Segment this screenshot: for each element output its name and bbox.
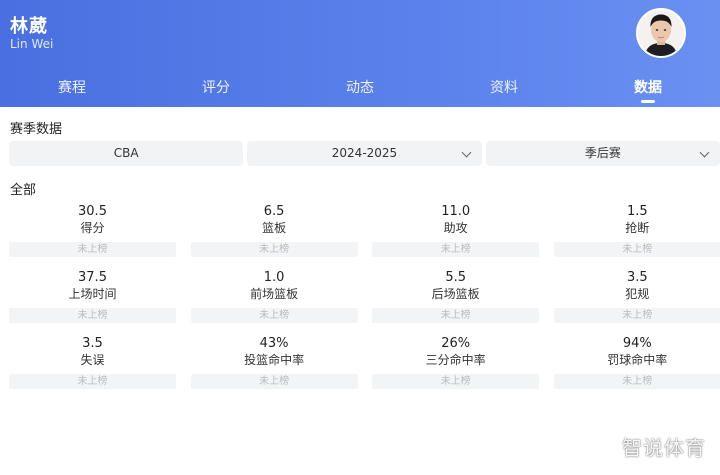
stat-rank-badge: 未上榜 xyxy=(372,308,540,323)
profile-tabs: 赛程 评分 动态 资料 数据 xyxy=(0,70,720,107)
stat-turnovers: 3.5 失误 未上榜 xyxy=(9,335,176,392)
stage-select-label: 季后赛 xyxy=(584,146,621,160)
group-title: 全部 xyxy=(10,183,37,198)
stat-3pt-percentage: 26% 三分命中率 未上榜 xyxy=(372,335,540,392)
stat-value: 26% xyxy=(441,336,471,351)
stat-value: 11.0 xyxy=(441,204,471,219)
stat-fouls: 3.5 犯规 未上榜 xyxy=(553,269,720,326)
stat-label: 后场篮板 xyxy=(431,287,480,301)
stat-label: 助攻 xyxy=(443,221,468,235)
stat-offensive-rebounds: 1.0 前场篮板 未上榜 xyxy=(190,269,358,326)
section-title: 赛季数据 xyxy=(10,122,63,137)
chevron-down-icon xyxy=(461,147,472,158)
stat-ft-percentage: 94% 罚球命中率 未上榜 xyxy=(553,335,720,392)
stat-value: 3.5 xyxy=(626,270,648,285)
stat-rank-badge: 未上榜 xyxy=(190,242,358,257)
tab-profile[interactable]: 资料 xyxy=(432,70,576,107)
stat-defensive-rebounds: 5.5 后场篮板 未上榜 xyxy=(372,269,540,326)
stat-label: 得分 xyxy=(80,221,105,235)
tab-schedule[interactable]: 赛程 xyxy=(0,70,144,107)
stats-grid: 30.5 得分 未上榜 6.5 篮板 未上榜 11.0 助攻 未上榜 1.5 抢… xyxy=(9,203,720,392)
stat-label: 上场时间 xyxy=(68,287,117,301)
stat-value: 37.5 xyxy=(78,270,107,285)
chevron-down-icon xyxy=(699,147,710,158)
stat-label: 投篮命中率 xyxy=(244,353,305,367)
player-header: 林葳 Lin Wei 赛程 评分 动态 资料 数据 xyxy=(0,0,720,107)
stat-value: 1.5 xyxy=(626,204,648,219)
stat-rank-badge: 未上榜 xyxy=(372,374,540,389)
league-filter-label: CBA xyxy=(113,146,139,160)
stat-rank-badge: 未上榜 xyxy=(9,374,176,389)
stat-label: 抢断 xyxy=(625,221,650,235)
stat-label: 犯规 xyxy=(625,287,650,301)
stat-assists: 11.0 助攻 未上榜 xyxy=(372,203,540,260)
stat-label: 前场篮板 xyxy=(250,287,299,301)
league-filter[interactable]: CBA xyxy=(9,141,244,166)
stat-rank-badge: 未上榜 xyxy=(553,242,720,257)
player-name-english: Lin Wei xyxy=(10,37,54,51)
filter-bar: CBA 2024-2025 季后赛 xyxy=(9,141,720,166)
stat-rank-badge: 未上榜 xyxy=(553,374,720,389)
stat-value: 30.5 xyxy=(78,204,107,219)
stat-value: 94% xyxy=(622,336,652,351)
player-avatar[interactable] xyxy=(636,8,686,58)
tab-stats[interactable]: 数据 xyxy=(576,70,720,107)
stat-value: 43% xyxy=(259,336,289,351)
season-select-label: 2024-2025 xyxy=(331,146,398,160)
stat-rank-badge: 未上榜 xyxy=(553,308,720,323)
stat-label: 篮板 xyxy=(262,221,287,235)
watermark: 智说体育 xyxy=(622,436,706,460)
stat-rank-badge: 未上榜 xyxy=(372,242,540,257)
stat-fg-percentage: 43% 投篮命中率 未上榜 xyxy=(190,335,358,392)
stage-select[interactable]: 季后赛 xyxy=(485,141,720,166)
player-name: 林葳 xyxy=(10,16,48,37)
stat-rank-badge: 未上榜 xyxy=(9,242,176,257)
stat-rank-badge: 未上榜 xyxy=(9,308,176,323)
stat-minutes: 37.5 上场时间 未上榜 xyxy=(9,269,176,326)
stat-value: 6.5 xyxy=(263,204,285,219)
stat-label: 三分命中率 xyxy=(425,353,486,367)
stat-value: 5.5 xyxy=(445,270,467,285)
stat-points: 30.5 得分 未上榜 xyxy=(9,203,176,260)
stat-label: 失误 xyxy=(80,353,105,367)
stat-steals: 1.5 抢断 未上榜 xyxy=(553,203,720,260)
stat-value: 3.5 xyxy=(82,336,103,351)
stat-rank-badge: 未上榜 xyxy=(190,308,358,323)
stat-label: 罚球命中率 xyxy=(607,353,668,367)
season-select[interactable]: 2024-2025 xyxy=(247,141,482,166)
stat-value: 1.0 xyxy=(263,270,285,285)
tab-news[interactable]: 动态 xyxy=(288,70,432,107)
stat-rank-badge: 未上榜 xyxy=(190,374,358,389)
tab-rating[interactable]: 评分 xyxy=(144,70,288,107)
stat-rebounds: 6.5 篮板 未上榜 xyxy=(190,203,358,260)
avatar-portrait-icon xyxy=(638,10,684,56)
